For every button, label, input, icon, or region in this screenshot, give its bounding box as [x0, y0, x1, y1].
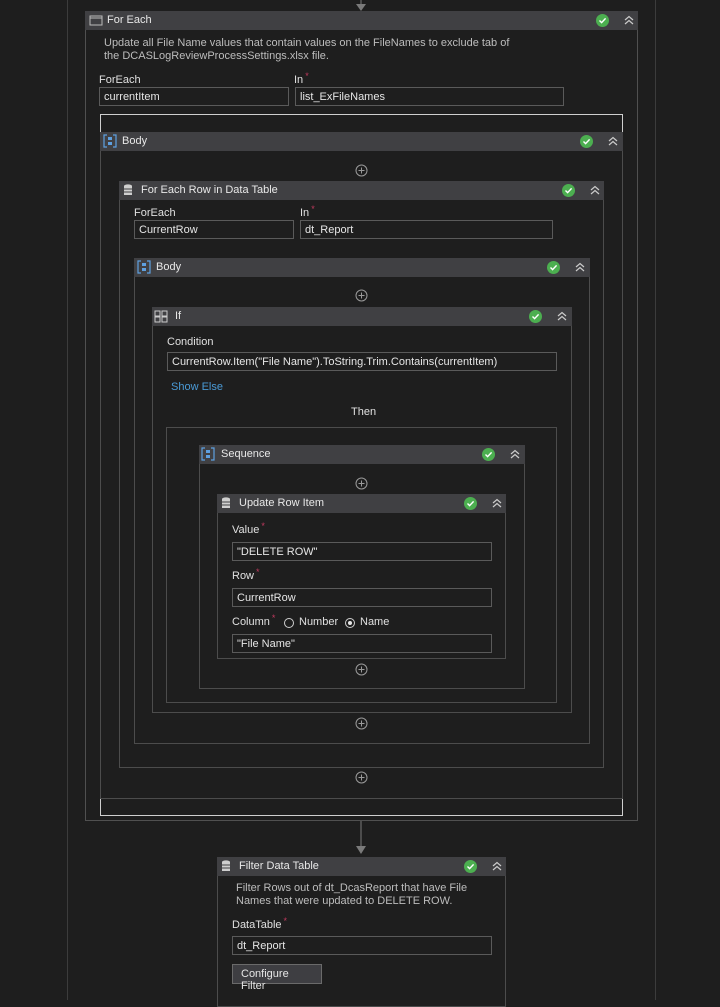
validation-check-icon: [482, 448, 495, 461]
foreach-item-label: ForEach: [99, 74, 141, 86]
foreach-header[interactable]: For Each: [85, 11, 638, 30]
collapse-icon[interactable]: [606, 134, 620, 148]
add-activity-icon[interactable]: [355, 663, 368, 676]
body-icon: [137, 260, 151, 274]
add-activity-icon[interactable]: [355, 771, 368, 784]
update-row-header[interactable]: Update Row Item: [217, 494, 506, 513]
flow-arrow-connector: [356, 821, 366, 854]
validation-check-icon: [547, 261, 560, 274]
column-name-radio[interactable]: [345, 618, 355, 628]
column-number-option[interactable]: Number: [299, 616, 338, 628]
datatable-icon: [124, 184, 132, 195]
canvas-border-left: [67, 0, 68, 1000]
filter-header[interactable]: Filter Data Table: [217, 857, 506, 876]
validation-check-icon: [464, 497, 477, 510]
collapse-icon[interactable]: [573, 260, 587, 274]
body2-title: Body: [156, 261, 182, 273]
validation-check-icon: [464, 860, 477, 873]
foreach-row-in-label: In *: [300, 204, 315, 219]
filter-title: Filter Data Table: [239, 860, 319, 872]
datatable-label: DataTable *: [232, 916, 288, 931]
foreach-row-item-input[interactable]: CurrentRow: [134, 220, 294, 239]
body2-header[interactable]: Body: [134, 258, 590, 277]
update-row-title: Update Row Item: [239, 497, 324, 509]
body1-title: Body: [122, 135, 148, 147]
value-label: Value *: [232, 521, 265, 536]
row-input[interactable]: CurrentRow: [232, 588, 492, 607]
column-number-radio[interactable]: [284, 618, 294, 628]
collapse-icon[interactable]: [588, 183, 602, 197]
if-title: If: [175, 310, 182, 322]
if-header[interactable]: If: [152, 307, 572, 326]
collapse-icon[interactable]: [490, 859, 504, 873]
datatable-input[interactable]: dt_Report: [232, 936, 492, 955]
foreach-title: For Each: [107, 14, 152, 26]
if-icon: [154, 310, 168, 323]
then-label: Then: [351, 406, 377, 418]
collapse-icon[interactable]: [508, 447, 522, 461]
body1-header[interactable]: Body: [100, 132, 623, 151]
column-input[interactable]: "File Name": [232, 634, 492, 653]
show-else-link[interactable]: Show Else: [171, 381, 223, 393]
add-activity-icon[interactable]: [355, 289, 368, 302]
configure-filter-button[interactable]: Configure Filter: [232, 964, 322, 992]
condition-label: Condition: [167, 336, 214, 348]
add-activity-icon[interactable]: [355, 164, 368, 177]
sequence-title: Sequence: [221, 448, 271, 460]
validation-check-icon: [580, 135, 593, 148]
foreach-row-title: For Each Row in Data Table: [141, 184, 278, 196]
row-label: Row *: [232, 567, 260, 582]
value-input[interactable]: "DELETE ROW": [232, 542, 492, 561]
validation-check-icon: [562, 184, 575, 197]
collapse-icon[interactable]: [622, 13, 636, 27]
foreach-in-input[interactable]: list_ExFileNames: [295, 87, 564, 106]
foreach-row-item-label: ForEach: [134, 207, 176, 219]
foreach-in-label: In *: [294, 71, 309, 86]
datatable-icon: [222, 497, 230, 508]
body-icon: [103, 134, 117, 148]
column-label: Column *: [232, 613, 276, 628]
sequence-header[interactable]: Sequence: [199, 445, 525, 464]
condition-input[interactable]: CurrentRow.Item("File Name").ToString.Tr…: [167, 352, 557, 371]
filter-description: Filter Rows out of dt_DcasReport that ha…: [236, 882, 468, 907]
add-activity-icon[interactable]: [355, 477, 368, 490]
foreach-row-in-input[interactable]: dt_Report: [300, 220, 553, 239]
canvas-border-right: [655, 0, 656, 1000]
sequence-icon: [201, 447, 215, 461]
foreach-icon: [89, 15, 103, 26]
validation-check-icon: [529, 310, 542, 323]
validation-check-icon: [596, 14, 609, 27]
foreach-item-input[interactable]: currentItem: [99, 87, 289, 106]
collapse-icon[interactable]: [555, 309, 569, 323]
column-name-option[interactable]: Name: [360, 616, 389, 628]
foreach-row-header[interactable]: For Each Row in Data Table: [119, 181, 604, 200]
add-activity-icon[interactable]: [355, 717, 368, 730]
foreach-description: Update all File Name values that contain…: [104, 37, 510, 62]
datatable-icon: [222, 860, 230, 871]
collapse-icon[interactable]: [490, 496, 504, 510]
